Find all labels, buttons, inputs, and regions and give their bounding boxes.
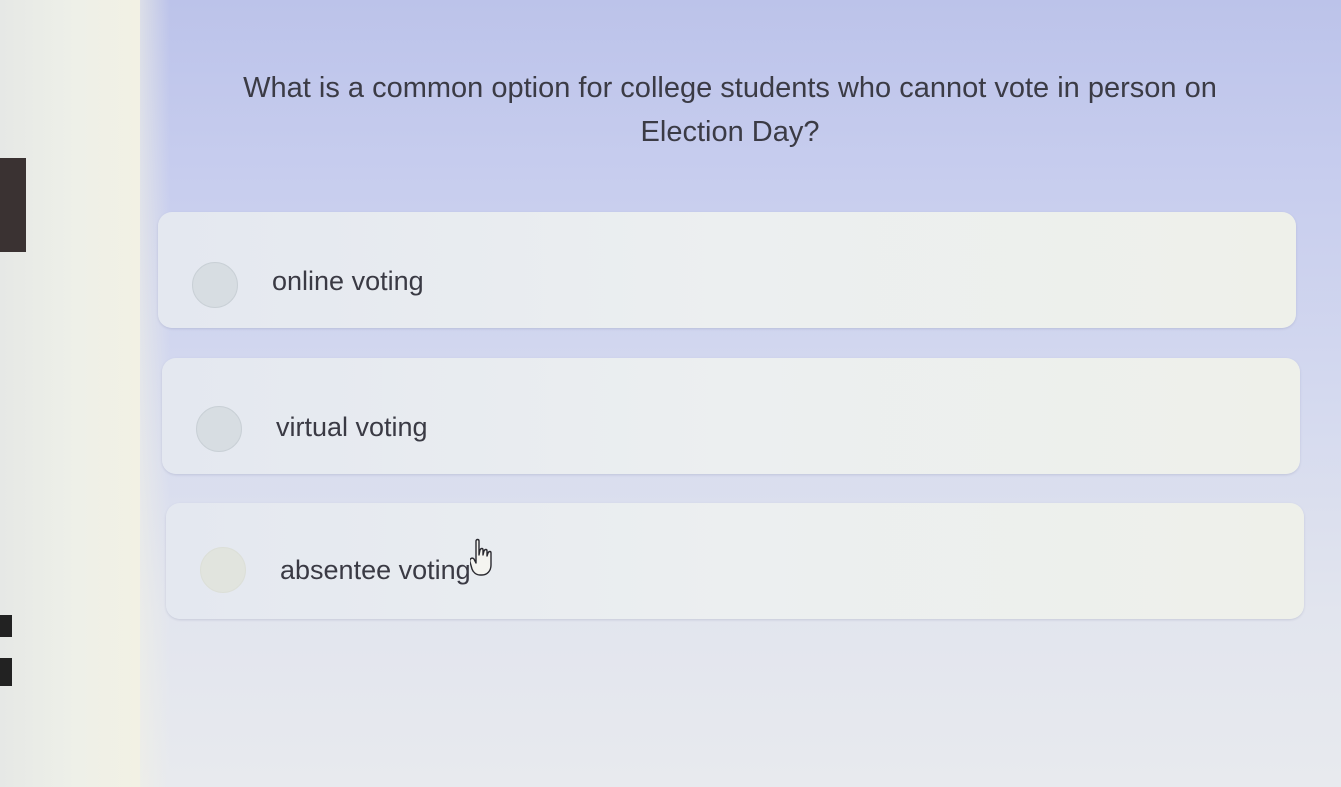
radio-button[interactable] — [200, 547, 246, 593]
sidebar-tab-marker — [0, 158, 26, 252]
quiz-question-panel: What is a common option for college stud… — [150, 0, 1310, 787]
answer-option-absentee-voting[interactable]: absentee voting — [166, 503, 1304, 619]
answer-option-online-voting[interactable]: online voting — [158, 212, 1296, 328]
sidebar-tab-marker — [0, 615, 12, 637]
radio-button[interactable] — [196, 406, 242, 452]
answer-option-virtual-voting[interactable]: virtual voting — [162, 358, 1300, 474]
answer-option-label: online voting — [272, 266, 424, 296]
answer-option-label: absentee voting — [280, 555, 471, 585]
question-text: What is a common option for college stud… — [243, 72, 1217, 148]
radio-button[interactable] — [192, 262, 238, 308]
left-sidebar-strip — [0, 0, 170, 787]
hand-pointer-cursor-icon — [470, 538, 492, 576]
answer-option-label: virtual voting — [276, 412, 428, 442]
sidebar-tab-marker — [0, 658, 12, 686]
